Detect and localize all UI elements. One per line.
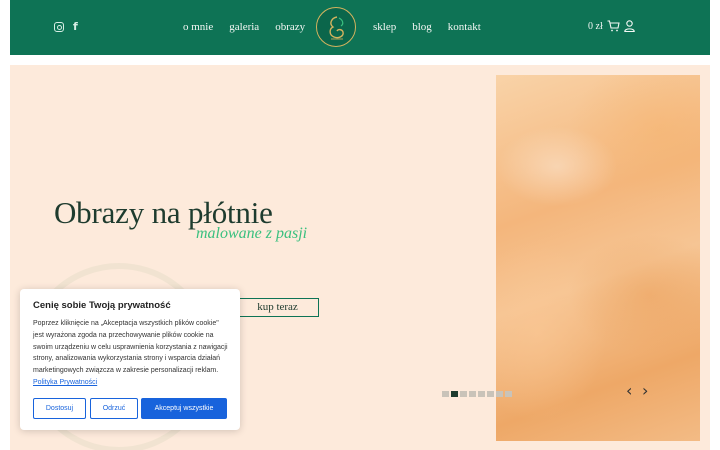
- instagram-icon[interactable]: [54, 22, 64, 32]
- cookie-text: Poprzez kliknięcie na „Akceptacja wszyst…: [33, 320, 228, 375]
- nav-item-kontakt[interactable]: kontakt: [448, 21, 481, 33]
- slider-dot[interactable]: [442, 391, 449, 397]
- slider-dot[interactable]: [478, 391, 485, 397]
- hero-subtitle: malowane z pasji: [196, 225, 308, 242]
- buy-now-button[interactable]: kup teraz: [236, 298, 319, 317]
- nav-item-sklep[interactable]: sklep: [373, 21, 396, 33]
- slider-dot[interactable]: [460, 391, 467, 397]
- slider-dot[interactable]: [487, 391, 494, 397]
- cookie-description: Poprzez kliknięcie na „Akceptacja wszyst…: [33, 318, 229, 389]
- customize-button[interactable]: Dostosuj: [33, 398, 86, 419]
- cookie-title: Cenię sobie Twoją prywatność: [33, 300, 171, 311]
- main-nav-left: o mnie galeria obrazy: [183, 21, 305, 33]
- painting-image: [496, 75, 700, 441]
- slider-dot[interactable]: [496, 391, 503, 397]
- accept-all-button[interactable]: Akceptuj wszystkie: [141, 398, 227, 419]
- main-nav-right: sklep blog kontakt: [373, 21, 481, 33]
- cart-button[interactable]: 0 zł: [588, 20, 620, 32]
- reject-button[interactable]: Odrzuć: [90, 398, 138, 419]
- slider-dot[interactable]: [505, 391, 512, 397]
- nav-item-galeria[interactable]: galeria: [229, 21, 259, 33]
- slider-dot[interactable]: [469, 391, 476, 397]
- nav-item-obrazy[interactable]: obrazy: [275, 21, 305, 33]
- nav-item-blog[interactable]: blog: [412, 21, 432, 33]
- logo-emblem-icon: [329, 16, 344, 40]
- privacy-policy-link[interactable]: Polityka Prywatności: [33, 379, 97, 386]
- slider-next-icon[interactable]: ›: [642, 381, 648, 400]
- facebook-icon[interactable]: f: [73, 21, 78, 33]
- site-logo[interactable]: [316, 7, 356, 47]
- slider-dot[interactable]: [451, 391, 458, 397]
- social-links: f: [54, 21, 78, 33]
- site-header: f o mnie galeria obrazy sklep blog konta…: [10, 0, 710, 55]
- nav-item-o-mnie[interactable]: o mnie: [183, 21, 213, 33]
- slider-dots: [442, 391, 512, 397]
- slider-prev-icon[interactable]: ‹: [626, 381, 632, 400]
- cookie-consent-banner: Cenię sobie Twoją prywatność Poprzez kli…: [20, 289, 240, 430]
- cart-amount: 0 zł: [588, 20, 603, 32]
- user-icon[interactable]: [624, 20, 635, 32]
- cart-icon: [607, 20, 620, 32]
